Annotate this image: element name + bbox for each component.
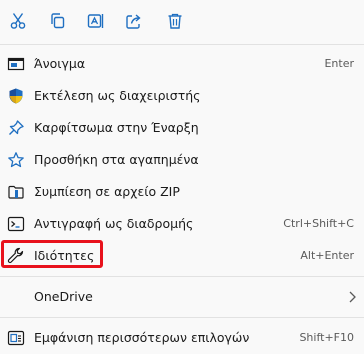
- context-menu-toolbar: [0, 0, 364, 42]
- menu-item-shortcut: Ctrl+Shift+C: [283, 217, 354, 230]
- trash-icon: [168, 13, 182, 29]
- rename-icon: [87, 14, 104, 28]
- menu-item-label: Καρφίτσωμα στην Έναρξη: [34, 120, 199, 135]
- zip-icon: [7, 183, 25, 201]
- menu-item-shortcut: Enter: [324, 57, 354, 70]
- pin-icon: [7, 119, 25, 137]
- share-icon: [126, 14, 141, 29]
- menu-item-label: Εμφάνιση περισσότερων επιλογών: [34, 330, 250, 345]
- menu-item-label: Αντιγραφή ως διαδρομής: [34, 216, 194, 231]
- chevron-right-icon: [349, 291, 356, 303]
- context-menu: Άνοιγμα Enter Εκτέλεση ως διαχειριστής Κ…: [0, 0, 364, 354]
- menu-item-show-more-options[interactable]: Εμφάνιση περισσότερων επιλογών Shift+F10: [0, 322, 364, 354]
- menu-item-open[interactable]: Άνοιγμα Enter: [0, 48, 364, 80]
- copy-path-icon: [7, 215, 25, 233]
- open-icon: [7, 55, 25, 73]
- delete-button[interactable]: [159, 6, 191, 36]
- copy-button[interactable]: [42, 6, 74, 36]
- menu-item-run-as-admin[interactable]: Εκτέλεση ως διαχειριστής: [0, 80, 364, 112]
- menu-item-label: Εκτέλεση ως διαχειριστής: [34, 88, 201, 103]
- menu-item-add-to-favorites[interactable]: Προσθήκη στα αγαπημένα: [0, 144, 364, 176]
- menu-item-label: Άνοιγμα: [34, 56, 86, 71]
- cut-button[interactable]: [2, 6, 34, 36]
- menu-item-shortcut: Shift+F10: [299, 331, 354, 344]
- star-icon: [7, 151, 25, 169]
- shield-icon: [7, 87, 25, 105]
- toolbar-divider: [0, 44, 364, 45]
- share-button[interactable]: [118, 6, 150, 36]
- menu-item-label: Προσθήκη στα αγαπημένα: [34, 152, 199, 167]
- menu-divider: [0, 276, 364, 277]
- more-options-icon: [7, 329, 25, 347]
- scissors-icon: [10, 13, 26, 29]
- properties-highlight-box: [1, 240, 103, 268]
- menu-item-copy-as-path[interactable]: Αντιγραφή ως διαδρομής Ctrl+Shift+C: [0, 208, 364, 240]
- menu-item-pin-to-start[interactable]: Καρφίτσωμα στην Έναρξη: [0, 112, 364, 144]
- menu-item-label: Συμπίεση σε αρχείο ZIP: [34, 184, 180, 199]
- menu-item-compress-zip[interactable]: Συμπίεση σε αρχείο ZIP: [0, 176, 364, 208]
- rename-button[interactable]: [80, 6, 112, 36]
- menu-item-shortcut: Alt+Enter: [300, 249, 354, 262]
- copy-icon: [51, 13, 65, 29]
- menu-item-onedrive[interactable]: OneDrive: [0, 281, 364, 313]
- menu-divider: [0, 317, 364, 318]
- menu-item-label: OneDrive: [34, 289, 93, 304]
